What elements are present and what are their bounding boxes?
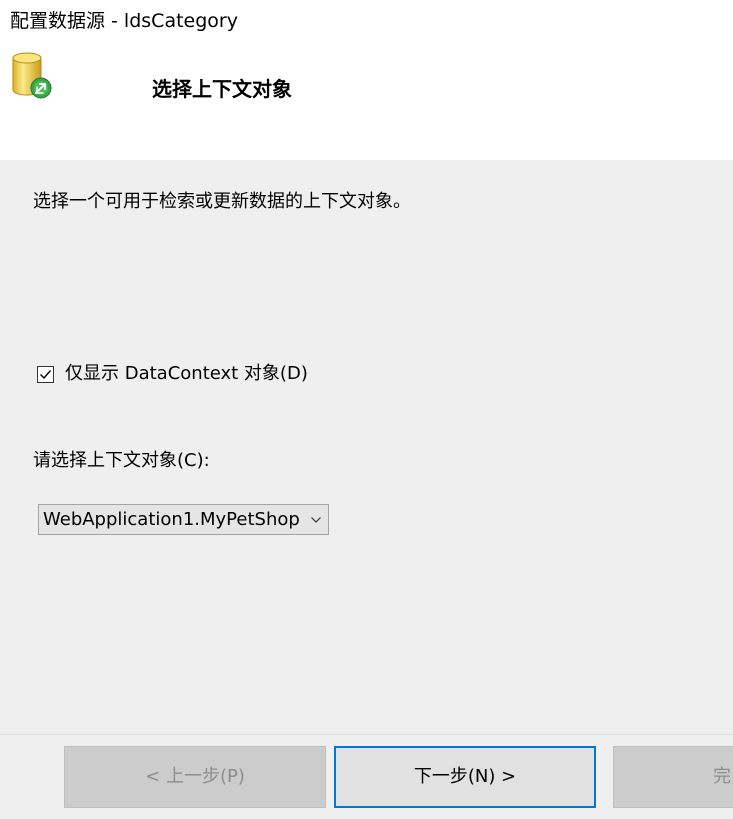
chevron-down-icon[interactable] — [310, 515, 322, 525]
page-title: 选择上下文对象 — [152, 77, 292, 101]
checkbox-box[interactable] — [37, 365, 54, 383]
title-bar: 配置数据源 - ldsCategory — [0, 0, 733, 42]
wizard-body: 选择一个可用于检索或更新数据的上下文对象。 仅显示 DataContext 对象… — [0, 160, 733, 734]
previous-button[interactable]: < 上一步(P) — [64, 746, 326, 808]
next-button[interactable]: 下一步(N) > — [334, 746, 596, 808]
finish-button[interactable]: 完 — [613, 746, 733, 808]
window-title: 配置数据源 - ldsCategory — [10, 10, 238, 32]
description-text: 选择一个可用于检索或更新数据的上下文对象。 — [33, 191, 411, 212]
configure-data-source-dialog: 配置数据源 - ldsCategory 选择上下文对象 选择一个可用于检索或更新… — [0, 0, 733, 819]
database-sync-icon — [10, 50, 54, 102]
checkmark-icon — [40, 369, 52, 379]
combobox-value: WebApplication1.MyPetShop — [43, 509, 300, 530]
context-object-label: 请选择上下文对象(C): — [33, 450, 210, 471]
wizard-header: 选择上下文对象 — [0, 42, 733, 160]
wizard-footer: < 上一步(P) 下一步(N) > 完 — [0, 734, 733, 819]
checkbox-label: 仅显示 DataContext 对象(D) — [65, 363, 308, 384]
context-object-combobox[interactable]: WebApplication1.MyPetShop — [38, 504, 329, 535]
datacontext-only-checkbox[interactable]: 仅显示 DataContext 对象(D) — [37, 360, 308, 388]
